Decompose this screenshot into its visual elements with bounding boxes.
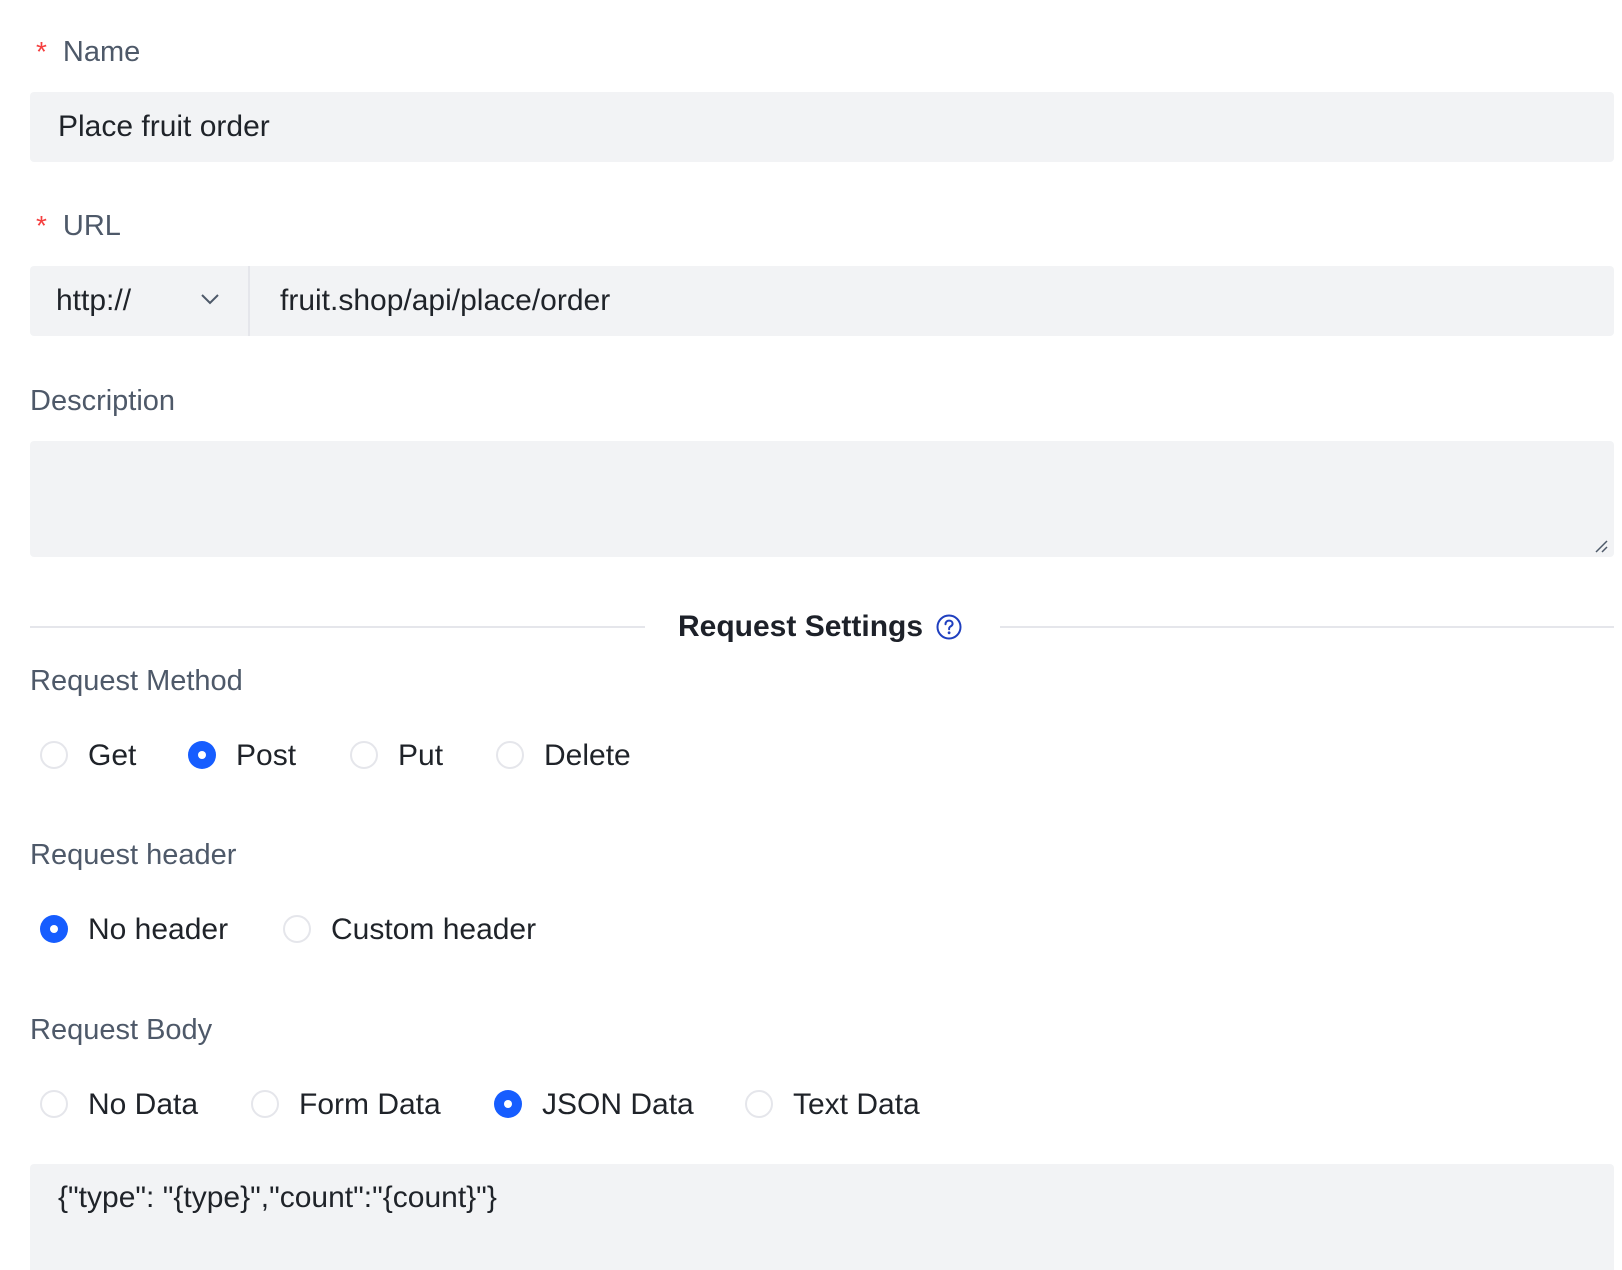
name-label-text: Name <box>62 36 141 68</box>
radio-circle[interactable] <box>494 1090 522 1118</box>
chevron-down-icon <box>201 294 219 305</box>
url-label-text: URL <box>62 210 121 242</box>
name-label: * Name <box>30 32 140 72</box>
radio-label: Put <box>398 739 444 772</box>
request-body-value: {"type": "{type}","count":"{count}"} <box>58 1181 497 1214</box>
url-input-value: fruit.shop/api/place/order <box>280 284 611 317</box>
radio-label: Delete <box>544 739 631 772</box>
required-mark: * <box>36 210 47 241</box>
radio-circle[interactable] <box>745 1090 773 1118</box>
radio-label: No header <box>88 913 229 946</box>
request-method-label: Request Method <box>30 665 243 697</box>
request-settings-title: Request Settings <box>678 610 924 643</box>
radio-label: No Data <box>88 1088 199 1121</box>
question-circle-icon[interactable] <box>936 614 962 640</box>
name-input[interactable]: Place fruit order <box>30 92 1614 162</box>
name-input-value: Place fruit order <box>58 110 270 143</box>
protocol-select-value: http:// <box>56 284 132 317</box>
request-body-label: Request Body <box>30 1014 213 1046</box>
resize-grip-icon[interactable] <box>1594 539 1608 553</box>
radio-label: Form Data <box>299 1088 441 1121</box>
radio-label: Post <box>236 739 297 772</box>
url-input[interactable]: fruit.shop/api/place/order <box>250 266 1614 336</box>
request-header-label: Request header <box>30 839 237 871</box>
radio-circle[interactable] <box>496 741 524 769</box>
radio-circle[interactable] <box>283 915 311 943</box>
radio-label: Get <box>88 739 137 772</box>
description-label: Description <box>30 385 176 417</box>
required-mark: * <box>36 36 47 67</box>
request-body-editor[interactable]: {"type": "{type}","count":"{count}"} <box>30 1164 1614 1270</box>
protocol-select[interactable]: http:// <box>30 266 250 336</box>
radio-label: Text Data <box>793 1088 920 1121</box>
divider-line-left <box>30 626 645 628</box>
radio-label: Custom header <box>331 913 537 946</box>
radio-circle[interactable] <box>188 741 216 769</box>
radio-circle[interactable] <box>40 915 68 943</box>
divider-line-right <box>1000 626 1614 628</box>
url-label: * URL <box>30 206 121 246</box>
radio-label: JSON Data <box>542 1088 694 1121</box>
radio-circle[interactable] <box>40 1090 68 1118</box>
radio-circle[interactable] <box>350 741 378 769</box>
url-input-group: http:// fruit.shop/api/place/order <box>30 266 1614 336</box>
radio-circle[interactable] <box>40 741 68 769</box>
request-settings-divider: Request Settings <box>30 607 1614 647</box>
radio-circle[interactable] <box>251 1090 279 1118</box>
description-textarea[interactable] <box>30 441 1614 557</box>
